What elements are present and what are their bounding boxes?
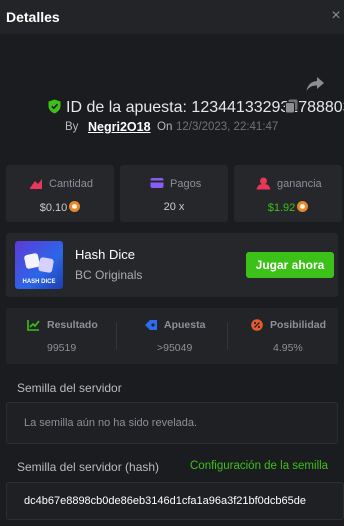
profit-icon bbox=[256, 177, 271, 190]
results-panel: Resultado 99519 Apuesta >95049 Posibilid… bbox=[6, 308, 338, 364]
coins-icon bbox=[30, 179, 42, 189]
dialog-header: Detalles × bbox=[0, 0, 344, 34]
coin-icon bbox=[297, 201, 309, 212]
stat-amount-label: Cantidad bbox=[49, 178, 94, 190]
chance-icon bbox=[251, 319, 263, 331]
game-name: Hash Dice bbox=[75, 247, 135, 262]
bet-datetime: 12/3/2023, 22:41:47 bbox=[176, 121, 279, 133]
dialog-title: Detalles bbox=[6, 9, 60, 25]
server-seed-box: La semilla aún no ha sido revelada. bbox=[6, 402, 338, 444]
stat-profit-label: ganancia bbox=[277, 178, 322, 190]
server-seed-hash-value: dc4b67e8898cb0de86eb3146d1cfa1a96a3f21bf… bbox=[24, 495, 306, 507]
stat-profit: ganancia $1.92 bbox=[234, 165, 342, 222]
username-link[interactable]: Negri2O18 bbox=[88, 120, 151, 134]
stat-profit-value: $1.92 bbox=[234, 201, 342, 214]
chance-value: 4.95% bbox=[273, 342, 303, 354]
copy-icon[interactable] bbox=[285, 99, 298, 114]
result-value: 99519 bbox=[47, 342, 77, 354]
shield-check-icon bbox=[48, 99, 61, 114]
game-provider: BC Originals bbox=[75, 268, 143, 282]
bet-id: ID de la apuesta: 123441332931788803 bbox=[66, 99, 344, 117]
share-icon[interactable] bbox=[305, 75, 325, 93]
server-seed-label: Semilla del servidor bbox=[17, 381, 122, 395]
bet-id-value: 123441332931788803 bbox=[191, 99, 344, 116]
game-thumbnail-text: HASH DICE bbox=[22, 279, 56, 285]
stat-payout-label: Pagos bbox=[170, 178, 202, 190]
stat-amount: Cantidad $0.10 bbox=[6, 165, 114, 222]
chance-column: Posibilidad 4.95% bbox=[228, 308, 338, 364]
seed-config-link[interactable]: Configuración de la semilla bbox=[190, 460, 328, 472]
close-icon[interactable]: × bbox=[329, 8, 343, 24]
bet-icon bbox=[145, 320, 157, 330]
bet-value: >95049 bbox=[157, 342, 193, 354]
bet-id-label: ID de la apuesta: bbox=[66, 99, 187, 116]
game-card: HASH DICE Hash Dice BC Originals Jugar a… bbox=[6, 233, 338, 297]
bet-column: Apuesta >95049 bbox=[117, 308, 227, 364]
play-now-button[interactable]: Jugar ahora bbox=[246, 252, 334, 278]
server-seed-message: La semilla aún no ha sido revelada. bbox=[24, 417, 198, 429]
by-label: By bbox=[65, 121, 79, 133]
stat-payout: Pagos 20 x bbox=[120, 165, 228, 222]
server-seed-hash-field[interactable]: dc4b67e8898cb0de86eb3146d1cfa1a96a3f21bf… bbox=[6, 482, 344, 520]
bet-label: Apuesta bbox=[164, 319, 206, 331]
on-label: On bbox=[157, 121, 173, 133]
result-icon bbox=[27, 320, 40, 331]
result-column: Resultado 99519 bbox=[6, 308, 116, 364]
result-label: Resultado bbox=[47, 319, 98, 331]
chance-label: Posibilidad bbox=[270, 319, 327, 331]
game-thumbnail: HASH DICE bbox=[15, 241, 63, 289]
dice-icon bbox=[37, 256, 55, 274]
coin-icon bbox=[69, 201, 81, 212]
stat-amount-value: $0.10 bbox=[6, 201, 114, 214]
wallet-icon bbox=[150, 178, 164, 188]
stat-payout-value: 20 x bbox=[163, 201, 185, 213]
server-seed-hash-label: Semilla del servidor (hash) bbox=[17, 460, 160, 474]
